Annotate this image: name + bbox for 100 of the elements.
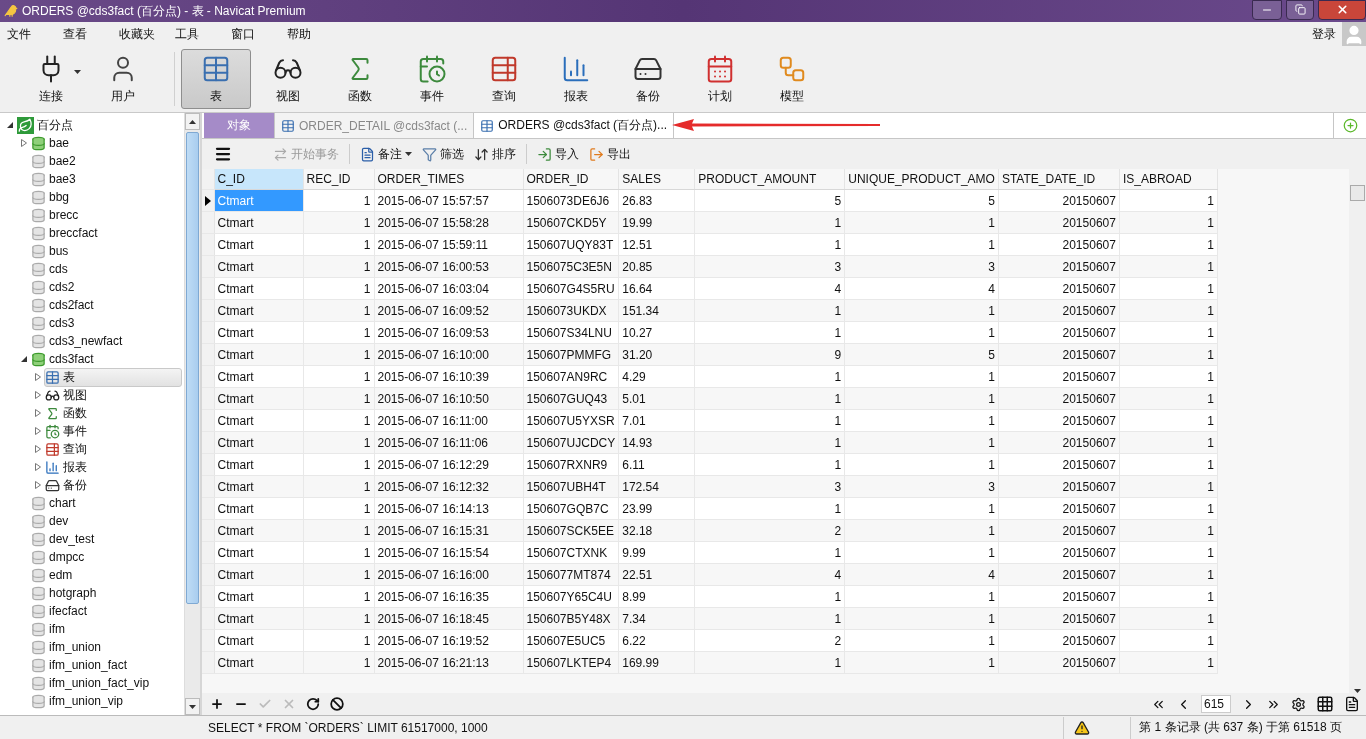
- toolbar-button[interactable]: 备注: [357, 145, 415, 163]
- table-icon: [45, 441, 60, 457]
- tree-item[interactable]: ifm_union_vip: [30, 691, 182, 711]
- tree-item[interactable]: breccfact: [30, 223, 182, 243]
- column-header[interactable]: ORDER_TIMES: [374, 169, 523, 190]
- scroll-down-button[interactable]: [185, 698, 200, 715]
- toolbar-button[interactable]: 视图: [253, 49, 323, 109]
- close-icon: [1335, 3, 1349, 16]
- menu-item[interactable]: 收藏夹: [112, 25, 168, 43]
- tree-item[interactable]: 百分点: [16, 115, 182, 135]
- tree-item[interactable]: ifm_union: [30, 637, 182, 657]
- tree-item[interactable]: 表: [44, 367, 182, 387]
- toolbar-button[interactable]: 事件: [397, 49, 467, 109]
- table-cell: 2015-06-07 16:18:45: [374, 607, 523, 630]
- toolbar-button[interactable]: 连接: [16, 49, 86, 109]
- tree-item[interactable]: cds3fact: [30, 349, 182, 369]
- document-icon: [360, 146, 375, 162]
- toolbar-button[interactable]: 表: [181, 49, 251, 109]
- table-cell: 1: [694, 651, 845, 674]
- tree-item[interactable]: 备份: [44, 475, 182, 495]
- toolbar-button[interactable]: 报表: [541, 49, 611, 109]
- tree-item[interactable]: dev: [30, 511, 182, 531]
- tree-item[interactable]: hotgraph: [30, 583, 182, 603]
- tree-item[interactable]: 查询: [44, 439, 182, 459]
- table-cell: 1: [844, 453, 999, 476]
- tree-item[interactable]: 报表: [44, 457, 182, 477]
- tree-item[interactable]: cds3: [30, 313, 182, 333]
- tree-item[interactable]: cds: [30, 259, 182, 279]
- toolbar-button[interactable]: 模型: [757, 49, 827, 109]
- tree-item[interactable]: dmpcc: [30, 547, 182, 567]
- toolbar-button[interactable]: 筛选: [419, 145, 467, 163]
- table-cell: 1: [844, 233, 999, 256]
- close-button[interactable]: [1318, 0, 1366, 20]
- table-icon: [480, 118, 495, 133]
- menu-item[interactable]: 工具: [168, 25, 224, 43]
- stop-icon[interactable]: [330, 697, 344, 711]
- menu-icon[interactable]: [214, 145, 232, 163]
- tree-item[interactable]: cds2fact: [30, 295, 182, 315]
- grid-view-icon[interactable]: [1316, 695, 1334, 713]
- tree-item[interactable]: ifm: [30, 619, 182, 639]
- toolbar-button[interactable]: 导出: [586, 145, 634, 163]
- menu-item[interactable]: 文件: [0, 25, 56, 43]
- add-icon[interactable]: [210, 697, 224, 711]
- expander-icon[interactable]: [20, 355, 28, 363]
- menu-item[interactable]: 帮助: [280, 25, 336, 43]
- tree-item[interactable]: bae: [30, 133, 182, 153]
- tree-item[interactable]: cds2: [30, 277, 182, 297]
- toolbar-button[interactable]: 计划: [685, 49, 755, 109]
- table-cell: 1: [694, 541, 845, 564]
- scroll-up-button[interactable]: [185, 113, 200, 130]
- new-tab-icon[interactable]: [1342, 118, 1358, 133]
- toolbar-button[interactable]: 查询: [469, 49, 539, 109]
- tree-item[interactable]: ifm_union_fact_vip: [30, 673, 182, 693]
- toolbar-button[interactable]: 导入: [534, 145, 582, 163]
- row-header[interactable]: [202, 189, 214, 212]
- column-header[interactable]: SALES: [618, 169, 695, 190]
- tree-item[interactable]: brecc: [30, 205, 182, 225]
- tree-item[interactable]: chart: [30, 493, 182, 513]
- scrollbar-thumb[interactable]: [186, 132, 199, 604]
- table-cell: 1: [844, 387, 999, 410]
- tree-item[interactable]: bae2: [30, 151, 182, 171]
- restore-button[interactable]: [1286, 0, 1314, 20]
- toolbar-button[interactable]: 用户: [88, 49, 158, 109]
- column-header[interactable]: REC_ID: [303, 169, 374, 190]
- toolbar-button[interactable]: 排序: [471, 145, 519, 163]
- page-field[interactable]: 615: [1201, 695, 1231, 713]
- tree-item[interactable]: 函数: [44, 403, 182, 423]
- column-header[interactable]: PRODUCT_AMOUNT: [694, 169, 845, 190]
- column-header[interactable]: C_ID: [214, 169, 303, 190]
- tree-item[interactable]: dev_test: [30, 529, 182, 549]
- column-header[interactable]: UNIQUE_PRODUCT_AMO: [844, 169, 999, 190]
- tree-item[interactable]: cds3_newfact: [30, 331, 182, 351]
- tree-item[interactable]: bbg: [30, 187, 182, 207]
- settings-icon[interactable]: [1291, 696, 1306, 712]
- table-cell: 1: [694, 211, 845, 234]
- table-cell: 2015-06-07 15:59:11: [374, 233, 523, 256]
- minimize-button[interactable]: [1252, 0, 1282, 20]
- table-cell: 1: [694, 365, 845, 388]
- column-header[interactable]: ORDER_ID: [523, 169, 619, 190]
- menu-item[interactable]: 查看: [56, 25, 112, 43]
- tree-item[interactable]: bus: [30, 241, 182, 261]
- refresh-icon[interactable]: [306, 697, 320, 711]
- column-header[interactable]: IS_ABROAD: [1119, 169, 1218, 190]
- form-view-icon[interactable]: [1344, 696, 1360, 712]
- tree-item[interactable]: bae3: [30, 169, 182, 189]
- menu-item[interactable]: 窗口: [224, 25, 280, 43]
- toolbar-button[interactable]: 备份: [613, 49, 683, 109]
- tree-item[interactable]: 事件: [44, 421, 182, 441]
- sort-icon: [474, 146, 489, 162]
- tree-item[interactable]: ifm_union_fact: [30, 655, 182, 675]
- calendar-clock-icon: [45, 423, 60, 439]
- tree-item[interactable]: edm: [30, 565, 182, 585]
- login-link[interactable]: 登录: [1312, 25, 1336, 43]
- tree-item[interactable]: 视图: [44, 385, 182, 405]
- expander-icon[interactable]: [6, 121, 14, 129]
- tree-item[interactable]: ifecfact: [30, 601, 182, 621]
- scrollbar-thumb[interactable]: [1350, 185, 1365, 201]
- toolbar-button[interactable]: 函数: [325, 49, 395, 109]
- column-header[interactable]: STATE_DATE_ID: [998, 169, 1120, 190]
- table-cell: 1: [844, 607, 999, 630]
